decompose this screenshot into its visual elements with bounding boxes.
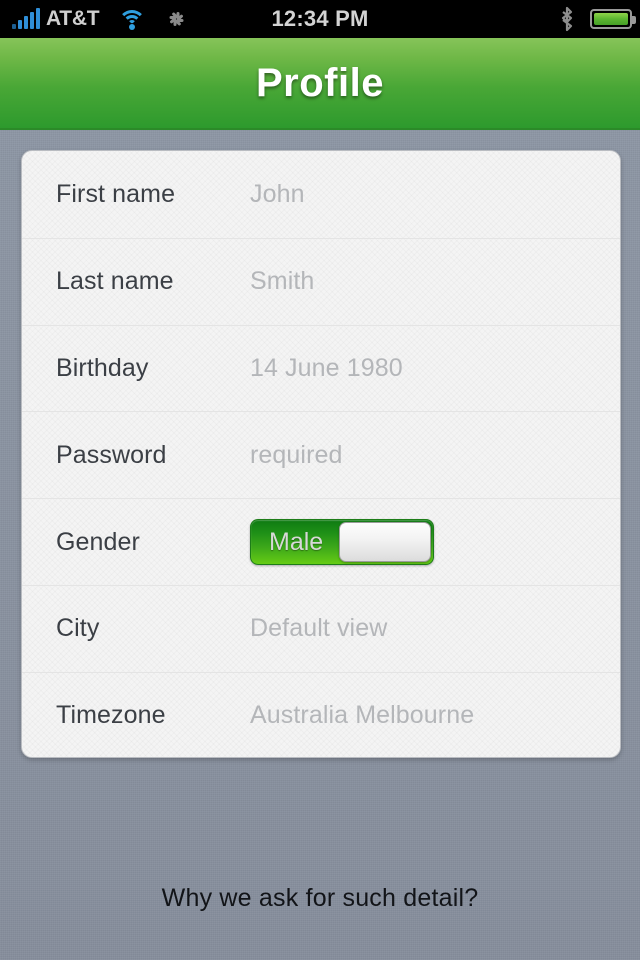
profile-form-card: First name John Last name Smith Birthday… bbox=[21, 150, 621, 758]
phone-screen: AT&T 12:34 PM Profile First name John La… bbox=[0, 0, 640, 960]
status-bar-center-group: 12:34 PM bbox=[0, 0, 640, 38]
form-row-first-name[interactable]: First name John bbox=[22, 151, 620, 238]
form-row-city[interactable]: City Default view bbox=[22, 584, 620, 672]
form-row-gender[interactable]: Gender Male bbox=[22, 498, 620, 585]
row-label: City bbox=[56, 614, 100, 643]
battery-full-icon bbox=[590, 9, 636, 29]
app-header: Profile bbox=[0, 38, 640, 130]
row-label: Timezone bbox=[56, 701, 166, 730]
gender-toggle-label: Male bbox=[269, 527, 324, 556]
gender-toggle-knob[interactable] bbox=[339, 522, 431, 563]
status-bar: AT&T 12:34 PM bbox=[0, 0, 640, 38]
row-label: Last name bbox=[56, 267, 174, 296]
row-label: Birthday bbox=[56, 353, 149, 382]
timezone-input[interactable]: Australia Melbourne bbox=[250, 701, 474, 730]
bluetooth-icon bbox=[558, 6, 576, 32]
first-name-input[interactable]: John bbox=[250, 180, 305, 209]
form-row-last-name[interactable]: Last name Smith bbox=[22, 237, 620, 325]
gender-toggle[interactable]: Male bbox=[250, 519, 434, 566]
row-label: Password bbox=[56, 440, 167, 469]
password-input[interactable]: required bbox=[250, 441, 343, 470]
form-row-birthday[interactable]: Birthday 14 June 1980 bbox=[22, 324, 620, 412]
form-row-timezone[interactable]: Timezone Australia Melbourne bbox=[22, 671, 620, 757]
form-row-password[interactable]: Password required bbox=[22, 411, 620, 498]
row-label: Gender bbox=[56, 527, 140, 556]
clock-label: 12:34 PM bbox=[271, 6, 369, 31]
birthday-input[interactable]: 14 June 1980 bbox=[250, 354, 403, 383]
city-input[interactable]: Default view bbox=[250, 614, 387, 643]
status-bar-right-group bbox=[558, 0, 636, 38]
page-title: Profile bbox=[256, 60, 384, 105]
last-name-input[interactable]: Smith bbox=[250, 267, 314, 296]
why-we-ask-link[interactable]: Why we ask for such detail? bbox=[0, 884, 640, 913]
row-label: First name bbox=[56, 179, 176, 208]
